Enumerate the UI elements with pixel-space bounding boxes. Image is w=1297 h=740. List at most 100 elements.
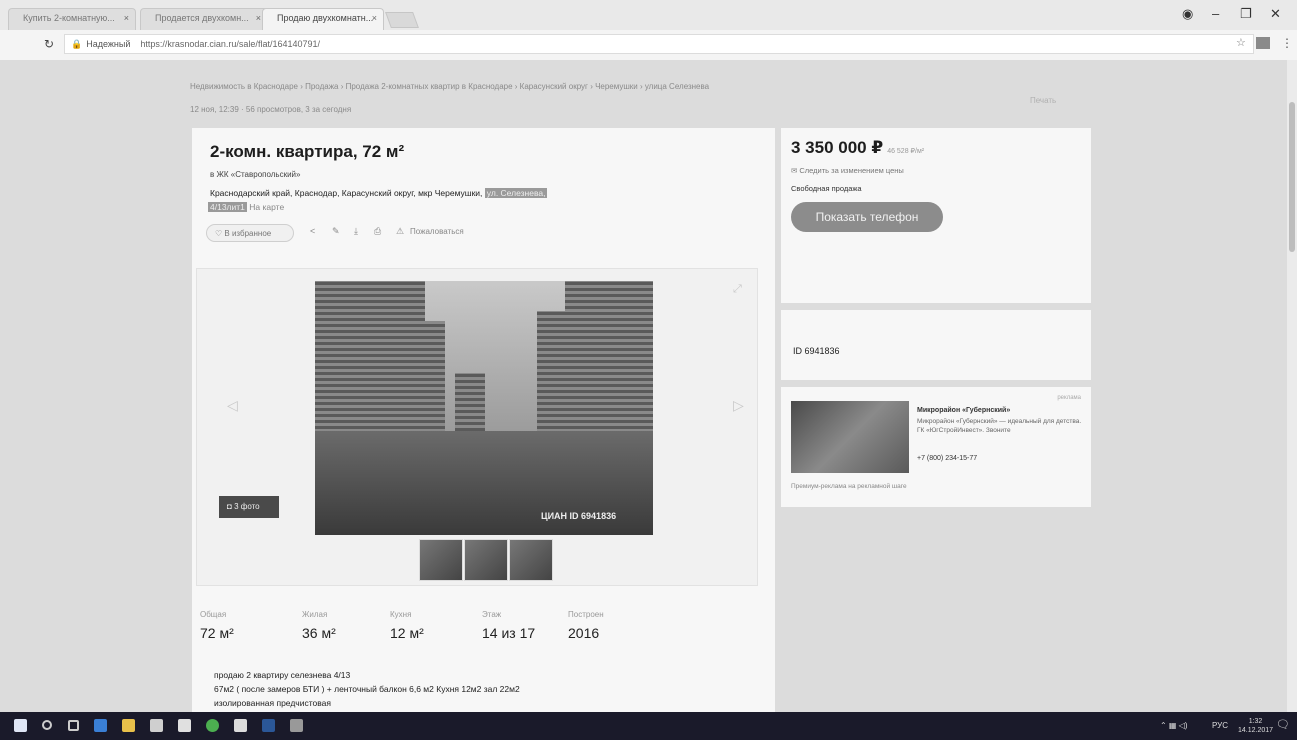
tab-label: Продается двухкомн... bbox=[155, 13, 249, 23]
reload-icon[interactable]: ↻ bbox=[44, 37, 54, 51]
address: Краснодарский край, Краснодар, Карасунск… bbox=[208, 186, 650, 214]
main-photo[interactable]: ЦИАН ID 6941836 bbox=[315, 281, 653, 535]
browser-tab-1[interactable]: Купить 2-комнатную... × bbox=[8, 8, 136, 30]
print-icon[interactable]: ⎙ bbox=[374, 226, 381, 237]
menu-icon[interactable]: ⋮ bbox=[1281, 36, 1293, 50]
description-line: изолированная предчистовая bbox=[214, 698, 332, 708]
address-street[interactable]: ул. Селезнева, bbox=[484, 188, 548, 198]
store-icon[interactable] bbox=[150, 719, 163, 732]
camera-icon: ◘ bbox=[227, 502, 235, 511]
specs-row: Общая 72 м² Жилая 36 м² Кухня 12 м² Этаж… bbox=[200, 610, 670, 650]
price-watch-link[interactable]: ✉ Следить за изменением цены bbox=[791, 166, 904, 175]
description-line: 67м2 ( после замеров БТИ ) + ленточный б… bbox=[214, 684, 520, 694]
spec-value: 12 м² bbox=[390, 625, 424, 641]
edit-icon[interactable]: ✎ bbox=[332, 226, 340, 237]
url-field[interactable]: 🔒 Надежный https://krasnodar.cian.ru/sale/… bbox=[64, 34, 1254, 54]
spec-floor: Этаж 14 из 17 bbox=[482, 610, 535, 641]
arrow-right-icon[interactable]: ▷ bbox=[733, 397, 744, 414]
photo-count-label: 3 фото bbox=[234, 502, 260, 511]
word-icon[interactable] bbox=[262, 719, 275, 732]
edge-icon[interactable] bbox=[94, 719, 107, 732]
spec-label: Общая bbox=[200, 610, 227, 619]
task-view-icon[interactable] bbox=[68, 720, 79, 731]
clock[interactable]: 1:32 14.12.2017 bbox=[1238, 717, 1273, 735]
ad-footer: Премиум-реклама на рекламной шаге bbox=[791, 483, 907, 490]
ad-phone[interactable]: +7 (800) 234-15-77 bbox=[917, 455, 977, 462]
favorite-label: В избранное bbox=[224, 229, 272, 238]
maximize-icon[interactable]: ❐ bbox=[1240, 6, 1252, 22]
heart-icon: ♡ bbox=[215, 229, 225, 238]
spec-value: 2016 bbox=[568, 625, 600, 641]
arrow-left-icon[interactable]: ◁ bbox=[227, 397, 238, 414]
listing-id: ID 6941836 bbox=[793, 346, 840, 356]
thumbnail[interactable] bbox=[419, 539, 463, 581]
price-panel: 3 350 000 ₽46 528 ₽/м² ✉ Следить за изме… bbox=[781, 128, 1091, 303]
complex-link[interactable]: в ЖК «Ставропольский» bbox=[210, 170, 300, 179]
spec-value: 72 м² bbox=[200, 625, 234, 641]
thumbnail[interactable] bbox=[464, 539, 508, 581]
close-icon[interactable]: × bbox=[124, 13, 129, 23]
spec-label: Этаж bbox=[482, 610, 502, 619]
folder-icon[interactable] bbox=[122, 719, 135, 732]
fullscreen-icon[interactable]: ⤢ bbox=[733, 283, 742, 296]
profile-icon[interactable]: ◉ bbox=[1182, 6, 1193, 22]
tab-label: Купить 2-комнатную... bbox=[23, 13, 115, 23]
extension-icon[interactable] bbox=[1256, 37, 1270, 49]
share-icon[interactable]: < bbox=[310, 226, 315, 236]
photo-count-badge[interactable]: ◘ 3 фото bbox=[219, 496, 279, 518]
spec-value: 14 из 17 bbox=[482, 625, 536, 641]
photo-building bbox=[425, 321, 445, 441]
close-window-icon[interactable]: ✕ bbox=[1270, 6, 1281, 22]
map-link[interactable]: На карте bbox=[249, 202, 284, 212]
secure-label: Надежный bbox=[86, 39, 131, 49]
new-tab-button[interactable] bbox=[385, 12, 419, 28]
tray-icons[interactable]: ⌃ ▦ ◁) bbox=[1160, 721, 1188, 730]
photo-building bbox=[315, 281, 425, 441]
language-indicator[interactable]: РУС bbox=[1212, 721, 1228, 730]
spec-label: Жилая bbox=[302, 610, 328, 619]
minimize-icon[interactable]: – bbox=[1212, 6, 1219, 21]
thumbnail-strip bbox=[419, 539, 555, 581]
lock-icon: 🔒 bbox=[71, 39, 83, 49]
price-per-meter: 46 528 ₽/м² bbox=[887, 148, 925, 155]
price: 3 350 000 ₽46 528 ₽/м² bbox=[791, 138, 924, 158]
spec-built: Построен 2016 bbox=[568, 610, 604, 641]
description-line: продаю 2 квартиру селезнева 4/13 bbox=[214, 670, 351, 680]
print-link[interactable]: Печать bbox=[1030, 96, 1056, 105]
ad-title[interactable]: Микрорайон «Губернский» bbox=[917, 407, 1010, 414]
ad-banner[interactable]: реклама Микрорайон «Губернский» Микрорай… bbox=[781, 387, 1091, 507]
breadcrumb[interactable]: Недвижимость в Краснодаре › Продажа › Пр… bbox=[190, 82, 709, 91]
spec-value: 36 м² bbox=[302, 625, 336, 641]
bookmark-star-icon[interactable]: ☆ bbox=[1236, 36, 1246, 49]
download-icon[interactable]: ⤓ bbox=[354, 226, 358, 237]
description: продаю 2 квартиру селезнева 4/13 67м2 ( … bbox=[214, 668, 520, 710]
tab-strip: Купить 2-комнатную... × Продается двухко… bbox=[0, 0, 1297, 30]
url-text: https://krasnodar.cian.ru/sale/flat/1641… bbox=[140, 39, 320, 49]
page-title: 2-комн. квартира, 72 м² bbox=[210, 142, 405, 161]
photo-building bbox=[565, 281, 653, 441]
browser-chrome: Купить 2-комнатную... × Продается двухко… bbox=[0, 0, 1297, 60]
warning-icon: ⚠ bbox=[396, 226, 405, 236]
browser-tab-3[interactable]: Продаю двухкомнатн... × bbox=[262, 8, 384, 30]
address-house[interactable]: 4/13лит1 bbox=[208, 202, 247, 212]
scrollbar-thumb[interactable] bbox=[1289, 102, 1295, 252]
browser-tab-2[interactable]: Продается двухкомн... × bbox=[140, 8, 268, 30]
favorite-button[interactable]: ♡ В избранное bbox=[206, 224, 294, 242]
chrome-icon[interactable] bbox=[206, 719, 219, 732]
mail-app-icon[interactable] bbox=[234, 719, 247, 732]
show-phone-button[interactable]: Показать телефон bbox=[791, 202, 943, 232]
windows-start-icon[interactable] bbox=[14, 719, 27, 732]
close-icon[interactable]: × bbox=[372, 13, 377, 23]
complain-link[interactable]: Пожаловаться bbox=[410, 227, 464, 236]
photo-building bbox=[537, 311, 567, 441]
ad-text: Микрорайон «Губернский» — идеальный для … bbox=[917, 418, 1082, 434]
search-icon[interactable] bbox=[42, 720, 52, 730]
ad-image[interactable] bbox=[791, 401, 909, 473]
close-icon[interactable]: × bbox=[256, 13, 261, 23]
thumbnail[interactable] bbox=[509, 539, 553, 581]
notification-icon[interactable]: 🗨 bbox=[1276, 718, 1290, 731]
app-icon[interactable] bbox=[290, 719, 303, 732]
spec-label: Построен bbox=[568, 610, 604, 619]
price-watch-label: Следить за изменением цены bbox=[799, 166, 904, 175]
calculator-icon[interactable] bbox=[178, 719, 191, 732]
